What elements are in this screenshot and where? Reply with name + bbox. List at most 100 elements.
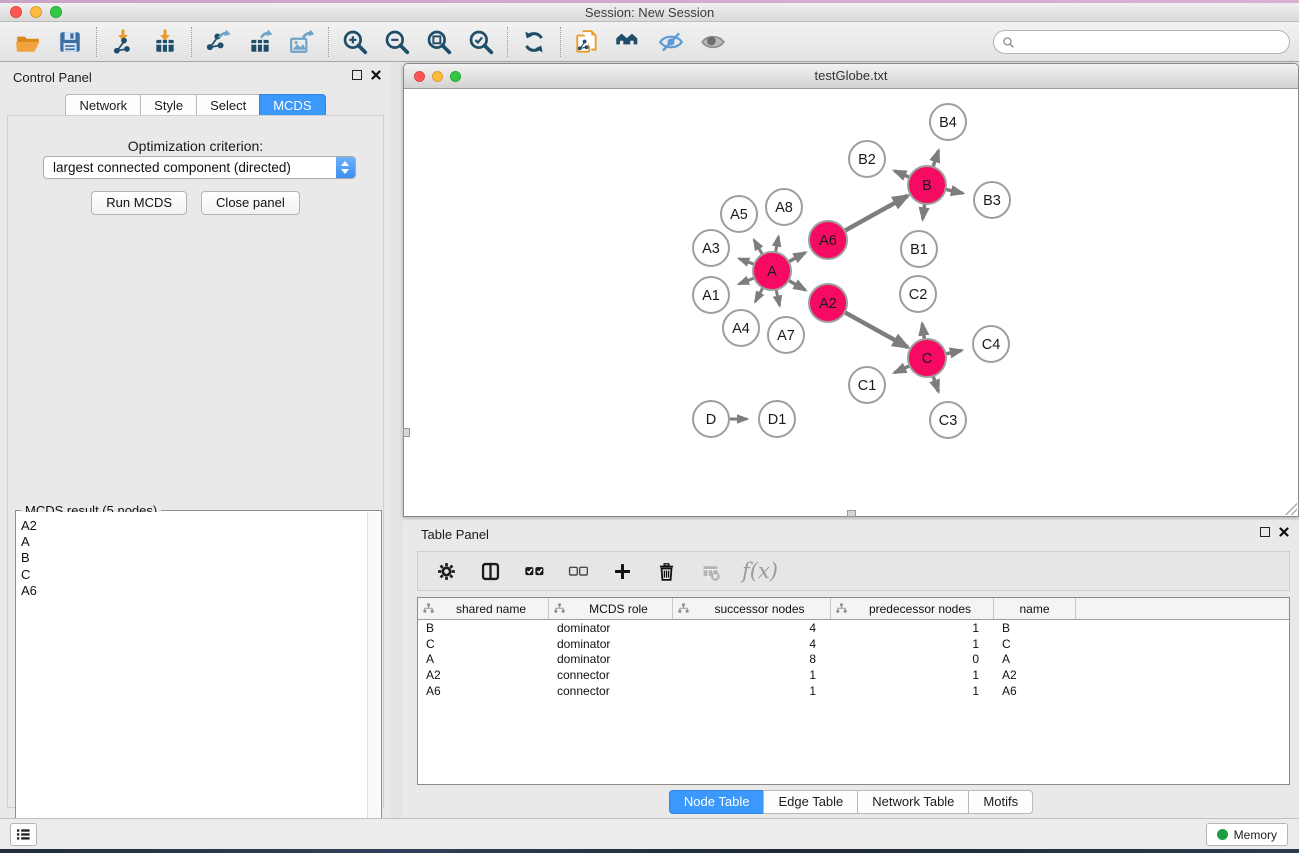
refresh-layout-icon[interactable] — [520, 28, 548, 56]
node-A5[interactable]: A5 — [721, 196, 757, 232]
network-window-titlebar[interactable]: testGlobe.txt — [404, 64, 1298, 89]
node-C2[interactable]: C2 — [900, 276, 936, 312]
clone-network-icon[interactable] — [573, 28, 601, 56]
task-history-button[interactable] — [10, 823, 37, 846]
node-D[interactable]: D — [693, 401, 729, 437]
cell-successor-nodes: 1 — [673, 668, 831, 682]
edge-C-C3 — [933, 376, 938, 392]
node-C4[interactable]: C4 — [973, 326, 1009, 362]
column-header-successor-nodes[interactable]: successor nodes — [673, 598, 831, 619]
resize-handle-left[interactable] — [403, 428, 410, 437]
node-B2[interactable]: B2 — [849, 141, 885, 177]
mcds-result-list[interactable]: A2ABCA6 — [17, 512, 367, 849]
memory-button[interactable]: Memory — [1206, 823, 1288, 846]
table-row[interactable]: Bdominator41B — [418, 620, 1289, 636]
node-A6[interactable]: A6 — [809, 221, 847, 259]
search-input[interactable] — [1020, 35, 1281, 50]
float-panel-icon[interactable] — [352, 70, 362, 80]
resize-handle-bottom[interactable] — [847, 510, 856, 517]
node-A8[interactable]: A8 — [766, 189, 802, 225]
minimize-window-button[interactable] — [30, 6, 42, 18]
table-row[interactable]: Adominator80A — [418, 651, 1289, 667]
network-minimize-button[interactable] — [432, 71, 443, 82]
node-A2[interactable]: A2 — [809, 284, 847, 322]
table-row[interactable]: Cdominator41C — [418, 636, 1289, 652]
result-list-item[interactable]: B — [21, 550, 367, 566]
deselect-all-icon[interactable] — [566, 559, 590, 583]
network-close-button[interactable] — [414, 71, 425, 82]
close-window-button[interactable] — [10, 6, 22, 18]
close-panel-button[interactable]: Close panel — [201, 191, 300, 215]
save-session-icon[interactable] — [56, 28, 84, 56]
zoom-fit-icon[interactable] — [425, 28, 453, 56]
tab-motifs[interactable]: Motifs — [968, 790, 1033, 814]
home-view-icon[interactable] — [615, 28, 643, 56]
settings-icon[interactable] — [434, 559, 458, 583]
run-mcds-button[interactable]: Run MCDS — [91, 191, 187, 215]
export-table-icon[interactable] — [246, 28, 274, 56]
table-row[interactable]: A6connector11A6 — [418, 683, 1289, 699]
node-D1[interactable]: D1 — [759, 401, 795, 437]
node-A3[interactable]: A3 — [693, 230, 729, 266]
zoom-selected-icon[interactable] — [467, 28, 495, 56]
hide-graphics-details-icon[interactable] — [657, 28, 685, 56]
node-C1[interactable]: C1 — [849, 367, 885, 403]
column-header-MCDS-role[interactable]: MCDS role — [549, 598, 673, 619]
show-graphics-details-icon[interactable] — [699, 28, 727, 56]
svg-text:B1: B1 — [910, 242, 928, 258]
open-file-icon[interactable] — [14, 28, 42, 56]
node-C[interactable]: C — [908, 339, 946, 377]
float-table-panel-icon[interactable] — [1260, 527, 1270, 537]
column-header-shared-name[interactable]: shared name — [418, 598, 549, 619]
close-panel-icon[interactable] — [371, 70, 381, 80]
maximize-window-button[interactable] — [50, 6, 62, 18]
import-table-icon[interactable] — [151, 28, 179, 56]
zoom-in-icon[interactable] — [341, 28, 369, 56]
select-all-icon[interactable] — [522, 559, 546, 583]
svg-text:C: C — [922, 351, 932, 367]
node-B[interactable]: B — [908, 166, 946, 204]
node-A[interactable]: A — [753, 252, 791, 290]
split-view-icon[interactable] — [478, 559, 502, 583]
svg-text:A2: A2 — [819, 296, 837, 312]
criterion-dropdown[interactable]: largest connected component (directed) — [43, 156, 356, 179]
node-A7[interactable]: A7 — [768, 317, 804, 353]
resize-grip-icon[interactable] — [1285, 503, 1297, 515]
result-list-item[interactable]: C — [21, 567, 367, 583]
node-B3[interactable]: B3 — [974, 182, 1010, 218]
add-column-icon[interactable] — [610, 559, 634, 583]
window-controls — [10, 6, 62, 18]
column-header-name[interactable]: name — [994, 598, 1076, 619]
tab-network-table[interactable]: Network Table — [857, 790, 968, 814]
tab-edge-table[interactable]: Edge Table — [763, 790, 857, 814]
node-B4[interactable]: B4 — [930, 104, 966, 140]
result-list-item[interactable]: A2 — [21, 518, 367, 534]
node-C3[interactable]: C3 — [930, 402, 966, 438]
tab-node-table[interactable]: Node Table — [669, 790, 764, 814]
node-A4[interactable]: A4 — [723, 310, 759, 346]
cell-predecessor-nodes: 1 — [831, 668, 994, 682]
search-box[interactable] — [993, 30, 1290, 54]
network-canvas[interactable]: B4 B2 B B3 A8A5 A6 A3 B1 A C2 A1 A2 A4A7 C4 C C1 D D1 C3 — [405, 90, 1297, 515]
titlebar[interactable]: Session: New Session — [0, 3, 1299, 22]
delete-column-icon[interactable] — [654, 559, 678, 583]
export-network-icon[interactable] — [204, 28, 232, 56]
result-list-item[interactable]: A — [21, 534, 367, 550]
column-header-predecessor-nodes[interactable]: predecessor nodes — [831, 598, 994, 619]
result-list-item[interactable]: A6 — [21, 583, 367, 599]
column-type-icon — [678, 603, 689, 614]
node-B1[interactable]: B1 — [901, 231, 937, 267]
result-scrollbar[interactable] — [367, 512, 380, 849]
search-icon — [1002, 36, 1015, 49]
node-A1[interactable]: A1 — [693, 277, 729, 313]
export-image-icon[interactable] — [288, 28, 316, 56]
cell-MCDS-role: dominator — [549, 652, 673, 666]
function-builder-icon: f(x) — [742, 559, 778, 583]
control-panel: Control Panel NetworkStyleSelectMCDS Opt… — [0, 63, 391, 818]
table-row[interactable]: A2connector11A2 — [418, 667, 1289, 683]
import-network-icon[interactable] — [109, 28, 137, 56]
zoom-out-icon[interactable] — [383, 28, 411, 56]
network-maximize-button[interactable] — [450, 71, 461, 82]
network-graph[interactable]: B4 B2 B B3 A8A5 A6 A3 B1 A C2 A1 A2 A4A7 C4 C C1 D D1 C3 — [405, 90, 1297, 515]
close-table-panel-icon[interactable] — [1279, 527, 1289, 537]
